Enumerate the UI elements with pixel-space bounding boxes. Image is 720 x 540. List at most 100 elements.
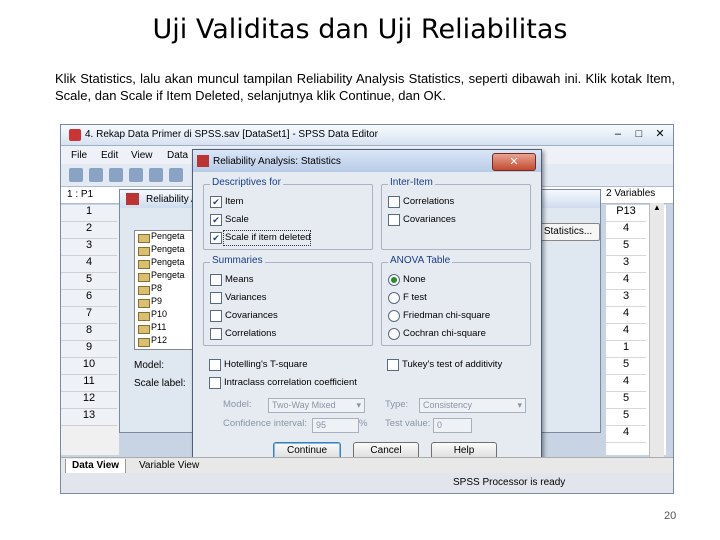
variable-item[interactable]: P11 <box>135 322 197 335</box>
dialog-app-icon <box>197 155 209 167</box>
editor-window-title: 4. Rekap Data Primer di SPSS.sav [DataSe… <box>85 129 378 140</box>
summaries-group-title: Summaries <box>210 255 265 266</box>
checkbox-unchecked-icon <box>210 292 222 304</box>
dialog-close-button[interactable]: ✕ <box>492 153 536 171</box>
descriptives-group: Descriptives for ✔ Item ✔ Scale ✔ Scale … <box>203 177 373 250</box>
row-number[interactable]: 4 <box>61 256 117 273</box>
menu-data[interactable]: Data <box>167 150 188 161</box>
checkbox-unchecked-icon <box>210 274 222 286</box>
row-number[interactable]: 12 <box>61 392 117 409</box>
variable-item[interactable]: P12 <box>135 335 197 348</box>
checkbox-unchecked-icon <box>210 310 222 322</box>
inter-item-group: Inter-Item Correlations Covariances <box>381 177 531 250</box>
data-cell[interactable]: 3 <box>606 256 646 273</box>
open-icon[interactable] <box>69 168 83 182</box>
statistics-button[interactable]: Statistics... <box>536 223 600 241</box>
row-number[interactable]: 8 <box>61 324 117 341</box>
variables-count: 2 Variables <box>606 188 656 199</box>
data-cell[interactable]: 4 <box>606 307 646 324</box>
icc-model-label: Model: <box>223 399 252 410</box>
icc-type-label: Type: <box>385 399 409 410</box>
row-number[interactable]: 9 <box>61 341 117 358</box>
checkbox-checked-icon: ✔ <box>210 214 222 226</box>
scroll-up-icon[interactable]: ▲ <box>650 203 664 212</box>
spss-app-icon <box>69 129 81 141</box>
data-cell[interactable]: 1 <box>606 341 646 358</box>
spss-screenshot: 4. Rekap Data Primer di SPSS.sav [DataSe… <box>60 124 674 494</box>
test-value-input[interactable]: 0 <box>433 418 472 433</box>
checkbox-label: Intraclass correlation coefficient <box>224 377 357 388</box>
variable-item[interactable]: P9 <box>135 296 197 309</box>
close-icon[interactable]: ✕ <box>651 127 669 140</box>
status-bar: SPSS Processor is ready <box>61 473 673 493</box>
radio-label: Cochran chi-square <box>403 328 486 339</box>
tab-variable-view[interactable]: Variable View <box>133 459 205 473</box>
confidence-interval-label: Confidence interval: <box>223 418 307 429</box>
page-number: 20 <box>664 510 677 522</box>
data-cell[interactable]: 5 <box>606 239 646 256</box>
radio-unselected-icon <box>388 310 400 322</box>
column-header[interactable]: P13 <box>606 205 646 222</box>
row-number[interactable]: 13 <box>61 409 117 426</box>
data-cell[interactable]: 5 <box>606 409 646 426</box>
variable-item[interactable]: Pengeta <box>135 270 197 283</box>
anova-group-title: ANOVA Table <box>388 255 453 266</box>
data-cell[interactable]: 4 <box>606 324 646 341</box>
checkbox-label: Hotelling's T-square <box>224 359 308 370</box>
row-number[interactable]: 1 <box>61 205 117 222</box>
variable-item[interactable]: P8 <box>135 283 197 296</box>
menu-edit[interactable]: Edit <box>101 150 118 161</box>
variable-item[interactable]: P10 <box>135 309 197 322</box>
row-number[interactable]: 10 <box>61 358 117 375</box>
row-number[interactable]: 11 <box>61 375 117 392</box>
data-cell[interactable]: 4 <box>606 222 646 239</box>
maximize-icon[interactable]: □ <box>630 128 648 140</box>
confidence-interval-input[interactable]: 95 <box>312 418 359 433</box>
checkbox-unchecked-icon <box>387 359 399 371</box>
undo-icon[interactable] <box>149 168 163 182</box>
dialog-recall-icon[interactable] <box>129 168 143 182</box>
row-number[interactable]: 6 <box>61 290 117 307</box>
vertical-scrollbar[interactable]: ▲ <box>649 203 664 457</box>
menu-view[interactable]: View <box>131 150 153 161</box>
icc-type-select[interactable]: Consistency <box>419 398 526 413</box>
icc-model-select[interactable]: Two-Way Mixed <box>268 398 365 413</box>
data-cell[interactable]: 5 <box>606 392 646 409</box>
variable-item[interactable]: Pengeta <box>135 244 197 257</box>
summaries-group: Summaries Means Variances Covariances Co… <box>203 255 373 346</box>
data-cell[interactable]: 5 <box>606 358 646 375</box>
checkbox-label: Tukey's test of additivity <box>402 359 503 370</box>
row-number[interactable]: 3 <box>61 239 117 256</box>
anova-table-group: ANOVA Table None F test Friedman chi-squ… <box>381 255 531 346</box>
dialog-title-bar: Reliability Analysis: Statistics ✕ <box>193 150 541 172</box>
data-cell[interactable]: 4 <box>606 375 646 392</box>
print-icon[interactable] <box>109 168 123 182</box>
variable-item[interactable]: Pengeta <box>135 231 197 244</box>
checkbox-checked-icon: ✔ <box>210 232 222 244</box>
menu-file[interactable]: File <box>71 150 87 161</box>
percent-unit: % <box>359 418 368 429</box>
row-number[interactable]: 5 <box>61 273 117 290</box>
reliability-app-icon <box>126 193 139 205</box>
row-number[interactable]: 7 <box>61 307 117 324</box>
radio-label: Friedman chi-square <box>403 310 491 321</box>
model-label: Model: <box>134 360 165 371</box>
row-number[interactable]: 2 <box>61 222 117 239</box>
tab-data-view[interactable]: Data View <box>65 459 127 474</box>
radio-label: F test <box>403 292 427 303</box>
checkbox-unchecked-icon <box>209 359 221 371</box>
checkbox-unchecked-icon <box>210 328 222 340</box>
variable-item[interactable]: Pengeta <box>135 257 197 270</box>
minimize-icon[interactable]: – <box>609 128 627 140</box>
row-number-column: 1 2 3 4 5 6 7 8 9 10 11 12 13 <box>61 205 119 455</box>
data-cell[interactable]: 3 <box>606 290 646 307</box>
checkbox-unchecked-icon <box>388 196 400 208</box>
test-value-label: Test value: <box>385 418 431 429</box>
radio-unselected-icon <box>388 292 400 304</box>
save-icon[interactable] <box>89 168 103 182</box>
data-cell[interactable]: 4 <box>606 273 646 290</box>
data-cell[interactable]: 4 <box>606 426 646 443</box>
descriptives-group-title: Descriptives for <box>210 177 283 188</box>
variable-list[interactable]: Pengeta Pengeta Pengeta Pengeta P8 P9 P1… <box>134 230 198 350</box>
redo-icon[interactable] <box>169 168 183 182</box>
